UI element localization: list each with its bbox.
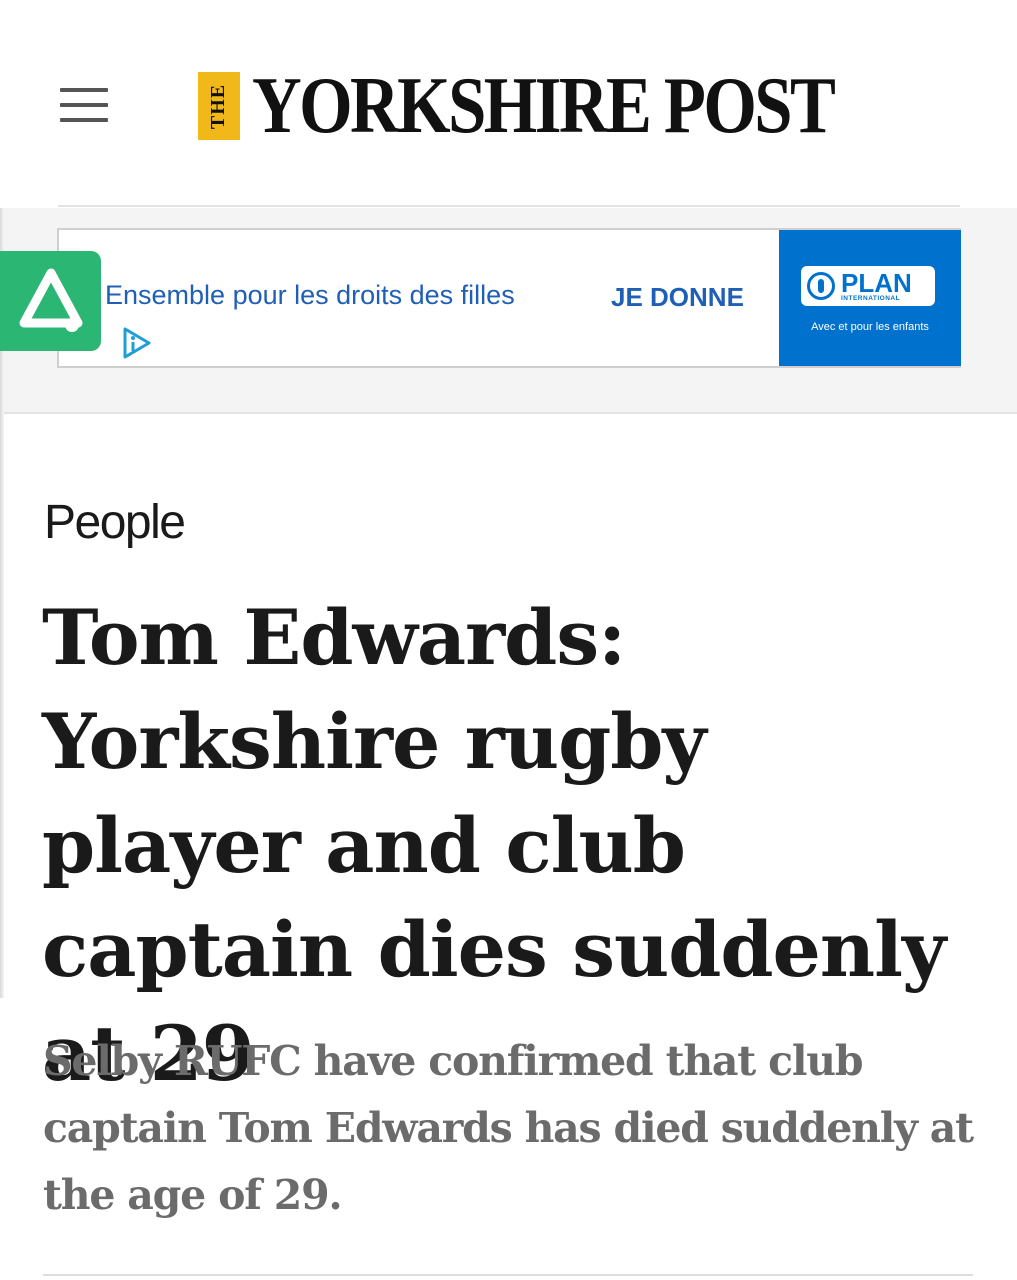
logo-name: YORKSHIRE POST bbox=[252, 62, 836, 150]
accessibility-logo-icon bbox=[19, 268, 83, 332]
plan-globe-icon bbox=[807, 272, 835, 300]
plan-international-logo[interactable]: PLAN INTERNATIONAL Avec et pour les enfa… bbox=[779, 230, 961, 366]
article-standfirst: Selby RUFC have confirmed that club capt… bbox=[43, 1037, 974, 1219]
ad-cta-button[interactable]: JE DONNE bbox=[611, 282, 744, 313]
adchoices-icon[interactable] bbox=[119, 326, 153, 360]
ad-headline[interactable]: Ensemble pour les droits des filles bbox=[105, 280, 515, 311]
site-logo[interactable]: THE YORKSHIRE POST bbox=[198, 66, 928, 146]
site-header: THE YORKSHIRE POST bbox=[0, 0, 1017, 207]
logo-the-badge: THE bbox=[198, 72, 240, 140]
plan-brand-sub: INTERNATIONAL bbox=[841, 295, 901, 302]
advertisement[interactable]: Ensemble pour les droits des filles JE D… bbox=[57, 228, 961, 368]
header-divider bbox=[58, 205, 960, 207]
accessibility-tab[interactable] bbox=[0, 251, 101, 351]
logo-the-text: THE bbox=[207, 83, 230, 129]
plan-tagline: Avec et pour les enfants bbox=[811, 321, 929, 333]
section-label[interactable]: People bbox=[44, 495, 186, 550]
hamburger-menu-icon[interactable] bbox=[58, 86, 110, 126]
plan-logo-mark: PLAN INTERNATIONAL bbox=[801, 266, 935, 306]
content-divider bbox=[43, 1274, 973, 1276]
